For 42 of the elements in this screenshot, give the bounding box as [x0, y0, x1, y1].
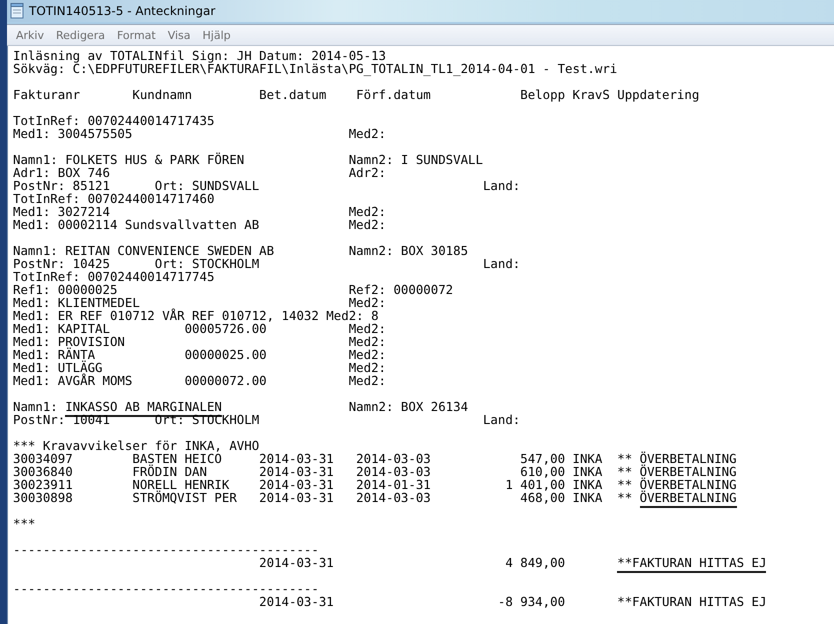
text-line: Med1: KLIENTMEDEL Med2: [13, 296, 386, 309]
text-line: Namn1: REITAN CONVENIENCE SWEDEN AB Namn2: BOX 30185 [13, 244, 468, 257]
text-line: Med1: 3004575505 Med2: [13, 127, 386, 140]
text-line: PostNr: 10425 Ort: STOCKHOLM Land: [13, 257, 520, 270]
text-line: 2014-03-31 -8 934,00 **FAKTURAN HITTAS EJ [258, 595, 766, 608]
text-line: TotInRef: 00702440014717745 [13, 270, 214, 283]
text-line: Med1: 00002114 Sundsvallvatten AB Med2: [13, 218, 386, 231]
text-line: Ref1: 00000025 Ref2: 00000072 [13, 283, 454, 296]
text-line: *** [13, 517, 36, 530]
text-line: ----------------------------------------- [13, 543, 319, 556]
text-line: Med1: UTLÄGG Med2: [13, 361, 386, 374]
menu-item[interactable]: Redigera [50, 28, 111, 42]
text-line: Namn1: INKASSO AB MARGINALEN Namn2: BOX 26134 [13, 400, 468, 413]
text-line: Med1: ER REF 010712 VÅR REF 010712, 14032 Med2: 8 [13, 309, 379, 322]
text-line: PostNr: 85121 Ort: SUNDSVALL Land: [13, 179, 520, 192]
notepad-icon [10, 3, 24, 19]
text-line: Med1: RÄNTA 00000025.00 Med2: [13, 348, 386, 361]
text-line: 30034097 BASTEN HEICO 2014-03-31 2014-03-03 547,00 INKA ** ÖVERBETALNING [13, 452, 737, 465]
text-area[interactable] [7, 46, 834, 624]
text-line: Med1: 3027214 Med2: [13, 205, 386, 218]
text-line: Inläsning av TOTALINfil Sign: JH Datum: 2014-05-13 [13, 49, 386, 62]
text-line: Med1: KAPITAL 00005726.00 Med2: [13, 322, 386, 335]
text-line: Adr1: BOX 746 Adr2: [13, 166, 386, 179]
text-line: Namn1: FOLKETS HUS & PARK FÖREN Namn2: I SUNDSVALL [13, 153, 483, 166]
menu-item[interactable]: Arkiv [10, 28, 50, 42]
text-line: 30023911 NORELL HENRIK 2014-03-31 2014-01-31 1 401,00 INKA ** ÖVERBETALNING [13, 478, 737, 491]
text-line: *** Kravavvikelser för INKA, AVHO [13, 439, 260, 452]
text-line: TotInRef: 00702440014717435 [13, 114, 214, 127]
text-line: 30036840 FRÖDIN DAN 2014-03-31 2014-03-03 610,00 INKA ** ÖVERBETALNING [13, 465, 737, 478]
text-line: ----------------------------------------- [13, 582, 319, 595]
text-line: 2014-03-31 4 849,00 **FAKTURAN HITTAS EJ [13, 556, 766, 569]
menu-item[interactable]: Format [110, 28, 162, 42]
menu-item[interactable]: Hjälp [196, 28, 237, 42]
text-line: Med1: PROVISION Med2: [13, 335, 386, 348]
text-line: TotInRef: 00702440014717460 [13, 192, 214, 205]
text-line: Med1: AVGÅR MOMS 00000072.00 Med2: [13, 374, 386, 387]
text-line: PostNr: 10041 Ort: STOCKHOLM Land: [13, 413, 520, 426]
text-line: 30030898 STRÖMQVIST PER 2014-03-31 2014-03-03 468,00 INKA ** ÖVERBETALNING [13, 491, 737, 504]
window-title: TOTIN140513-5 - Anteckningar [29, 4, 216, 18]
text-line: Fakturanr Kundnamn Bet.datum Förf.datum Belopp KravS Uppdatering [13, 88, 700, 101]
text-line: Sökväg: C:\EDPFUTUREFILER\FAKTURAFIL\Inlästa\PG_TOTALIN_TL1_2014-04-01 - Test.wri [13, 62, 618, 75]
menu-item[interactable]: Visa [162, 28, 197, 42]
